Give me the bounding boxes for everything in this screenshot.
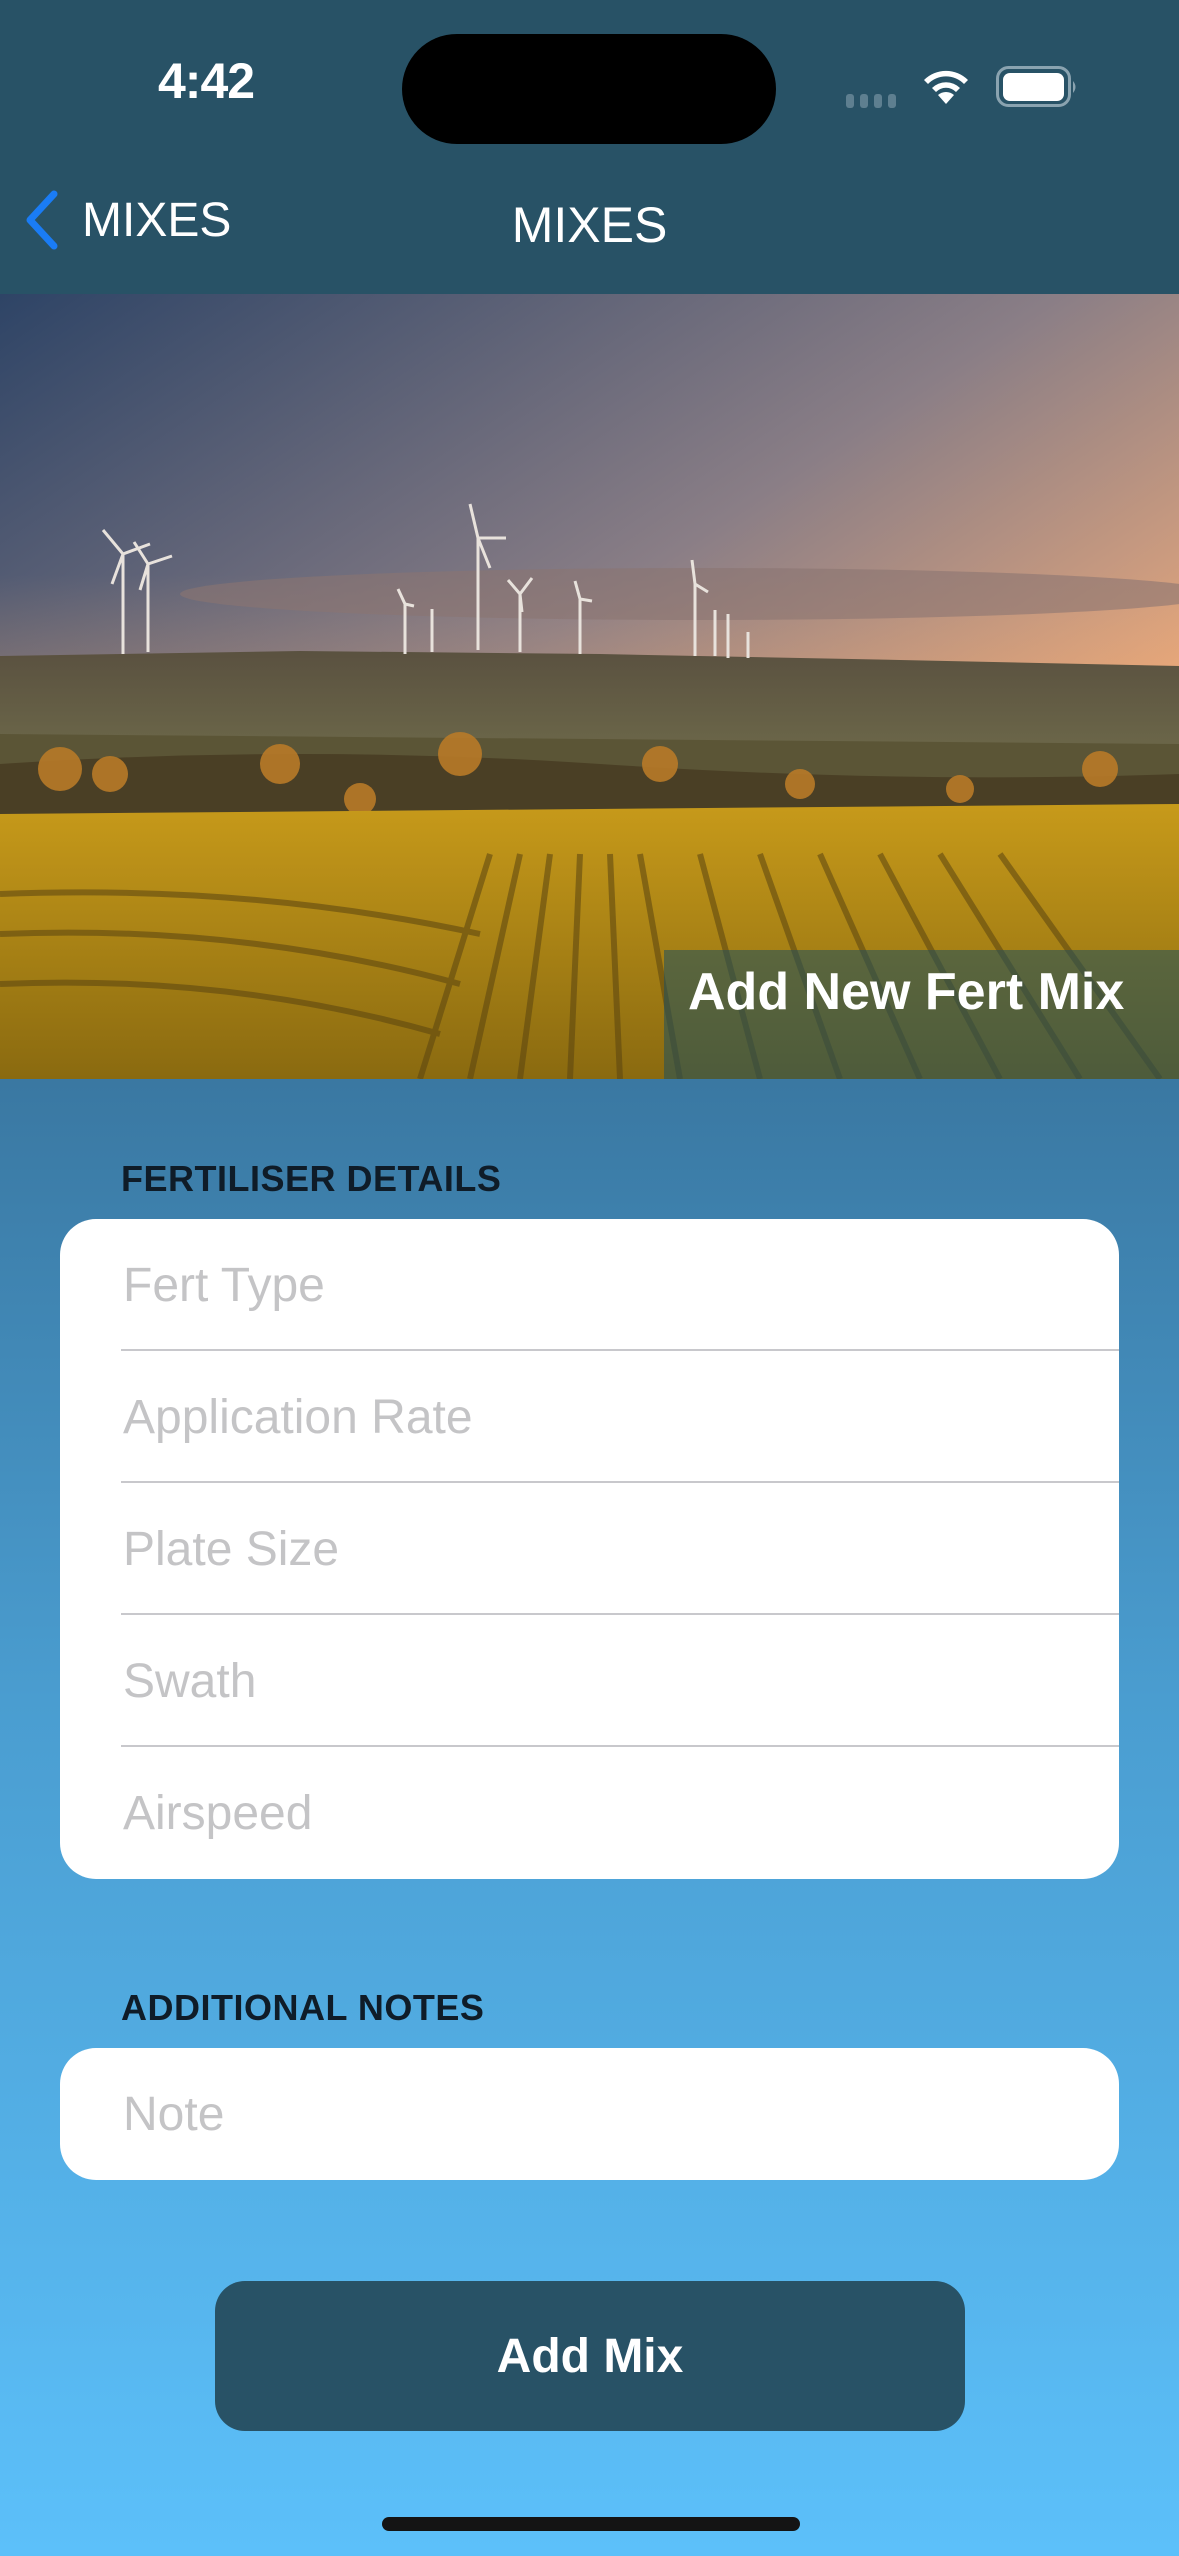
add-mix-button[interactable]: Add Mix [215, 2281, 965, 2431]
note-input[interactable] [121, 2085, 1065, 2143]
status-time: 4:42 [158, 53, 255, 109]
field-row-swath [60, 1615, 1119, 1747]
field-row-plate-size [60, 1483, 1119, 1615]
additional-notes-card [60, 2048, 1119, 2180]
field-row-note [60, 2048, 1119, 2180]
hero-title: Add New Fert Mix [688, 963, 1125, 1021]
navigation-header: 4:42 MIXES MIXES [0, 0, 1179, 294]
dynamic-island [402, 34, 776, 144]
home-indicator[interactable] [382, 2517, 800, 2531]
section-header-additional-notes: ADDITIONAL NOTES [121, 1987, 485, 2028]
application-rate-input[interactable] [121, 1388, 1065, 1446]
field-row-fert-type [60, 1219, 1119, 1351]
field-row-application-rate [60, 1351, 1119, 1483]
section-header-fertiliser-details: FERTILISER DETAILS [121, 1158, 502, 1199]
page-title: MIXES [511, 197, 668, 253]
battery-icon [996, 66, 1076, 107]
swath-input[interactable] [121, 1652, 1065, 1710]
field-row-airspeed [60, 1747, 1119, 1879]
fert-type-input[interactable] [121, 1256, 1065, 1314]
fertiliser-details-card [60, 1219, 1119, 1879]
wifi-icon [924, 70, 968, 104]
hero-banner: Add New Fert Mix [0, 294, 1179, 1079]
plate-size-input[interactable] [121, 1520, 1065, 1578]
airspeed-input[interactable] [121, 1784, 1065, 1842]
cellular-signal-icon [846, 94, 896, 108]
